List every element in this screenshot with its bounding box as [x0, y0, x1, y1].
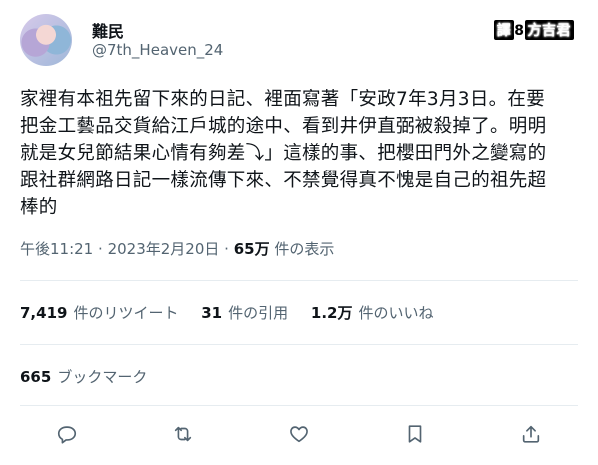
views-count: 65万	[233, 240, 270, 258]
tweet-time[interactable]: 午後11:21	[20, 240, 93, 258]
likes-label: 件のいいね	[358, 304, 434, 322]
heart-icon	[288, 423, 310, 449]
tweet-header: 難民 @7th_Heaven_24 譯 8 方吉君	[20, 14, 580, 74]
display-name[interactable]: 難民	[92, 18, 124, 42]
share-icon	[520, 423, 542, 449]
badge-suffix: 方吉君	[524, 20, 574, 40]
divider	[20, 344, 578, 345]
user-handle[interactable]: @7th_Heaven_24	[92, 41, 223, 59]
views-label: 件の表示	[274, 240, 335, 258]
meta-separator-2: ·	[224, 240, 229, 258]
bookmark-button[interactable]	[398, 419, 432, 453]
meta-separator: ·	[98, 240, 103, 258]
like-button[interactable]	[282, 419, 316, 453]
retweets-stat[interactable]: 7,419 件のリツイート	[20, 304, 183, 322]
engagement-stats: 7,419 件のリツイート 31 件の引用 1.2万 件のいいね	[20, 302, 452, 323]
reply-button[interactable]	[50, 419, 84, 453]
action-bar	[50, 420, 548, 452]
likes-count: 1.2万	[310, 304, 353, 322]
tweet-meta: 午後11:21 · 2023年2月20日 · 65万 件の表示	[20, 238, 334, 259]
retweets-count: 7,419	[20, 304, 68, 322]
retweet-icon	[172, 423, 194, 449]
tweet-text: 家裡有本祖先留下來的日記、裡面寫著「安政7年3月3日。在要 把金工藝品交貨給江戶…	[20, 89, 547, 218]
bookmark-icon	[404, 423, 426, 449]
translator-badge: 譯 8 方吉君	[493, 20, 574, 40]
bookmarks-stat[interactable]: 665 ブックマーク	[20, 366, 147, 387]
quotes-count: 31	[201, 304, 223, 322]
reply-icon	[56, 423, 78, 449]
bookmarks-count: 665	[20, 368, 52, 386]
retweets-label: 件のリツイート	[73, 304, 179, 322]
bookmarks-label: ブックマーク	[57, 368, 148, 386]
retweet-button[interactable]	[166, 419, 200, 453]
badge-number: 8	[514, 23, 525, 39]
share-button[interactable]	[514, 419, 548, 453]
quotes-label: 件の引用	[228, 304, 289, 322]
badge-prefix: 譯	[493, 20, 515, 40]
quotes-stat[interactable]: 31 件の引用	[201, 304, 293, 322]
divider	[20, 280, 578, 281]
tweet-date[interactable]: 2023年2月20日	[108, 240, 220, 258]
avatar[interactable]	[20, 14, 72, 66]
likes-stat[interactable]: 1.2万 件のいいね	[311, 304, 434, 322]
divider	[20, 405, 578, 406]
